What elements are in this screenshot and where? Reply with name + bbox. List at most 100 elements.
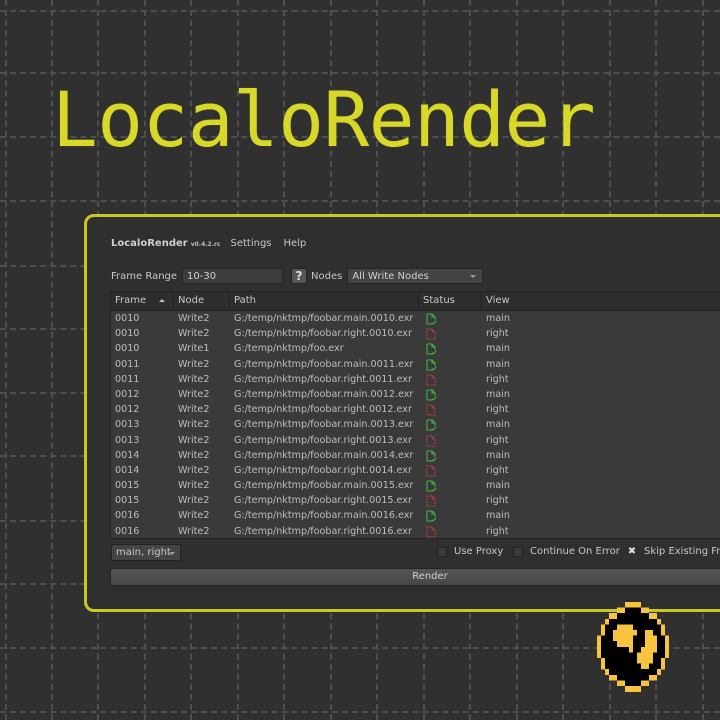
cell-path: G:/temp/nktmp/foobar.right.0012.exr xyxy=(234,404,412,416)
column-header-frame[interactable]: Frame xyxy=(111,292,174,310)
cell-path: G:/temp/nktmp/foobar.main.0013.exr xyxy=(234,419,414,431)
logo-pixel xyxy=(657,658,661,664)
column-header-path[interactable]: Path xyxy=(230,292,419,310)
cell-frame: 0011 xyxy=(115,358,140,370)
logo-pixel xyxy=(625,652,629,659)
logo-pixel xyxy=(633,602,637,608)
logo-pixel xyxy=(625,669,629,675)
render-button[interactable]: Render xyxy=(110,568,720,586)
menu-help[interactable]: Help xyxy=(284,238,307,249)
cell-frame: 0016 xyxy=(115,525,140,537)
logo-pixel xyxy=(637,624,641,631)
menu-settings[interactable]: Settings xyxy=(231,238,272,249)
logo-pixel xyxy=(633,658,637,664)
cell-status xyxy=(419,448,482,463)
logo-pixel xyxy=(645,646,649,653)
views-dropdown[interactable]: main, right xyxy=(111,544,181,561)
table-row[interactable]: 0014 Write2 G:/temp/nktmp/foobar.main.0014… xyxy=(111,448,720,463)
table-row[interactable]: 0015 Write2 G:/temp/nktmp/foobar.right.001… xyxy=(111,493,720,508)
logo-pixel xyxy=(641,680,645,687)
table-row[interactable]: 0014 Write2 G:/temp/nktmp/foobar.right.001… xyxy=(111,463,720,478)
logo-pixel xyxy=(617,607,621,614)
logo-pixel xyxy=(621,635,625,642)
logo-pixel xyxy=(613,624,617,631)
logo-pixel xyxy=(605,618,609,625)
cell-view: right xyxy=(486,464,509,476)
logo-pixel xyxy=(653,613,657,619)
continue-on-error-checkbox[interactable]: Continue On Error xyxy=(513,546,620,557)
cell-view: main xyxy=(486,388,510,400)
column-header-view[interactable]: View xyxy=(482,292,720,310)
skip-existing-checkbox[interactable]: ✖ Skip Existing Fra xyxy=(627,546,720,557)
cell-status xyxy=(419,463,482,478)
logo-pixel xyxy=(621,674,625,681)
logo-pixel xyxy=(645,607,649,614)
logo-pixel xyxy=(665,635,669,642)
logo-pixel xyxy=(605,630,609,636)
logo-pixel xyxy=(629,658,633,664)
table-row[interactable]: 0013 Write2 G:/temp/nktmp/foobar.right.001… xyxy=(111,433,720,448)
logo-pixel xyxy=(641,624,645,631)
cell-frame: 0013 xyxy=(115,419,140,431)
cell-path: G:/temp/nktmp/foobar.main.0010.exr xyxy=(234,313,414,324)
logo-pixel xyxy=(601,624,605,631)
logo-pixel xyxy=(633,641,637,647)
app-version: v0.4.2.rc xyxy=(190,241,221,248)
logo-pixel xyxy=(621,652,625,659)
logo-pixel xyxy=(657,618,661,625)
help-button[interactable]: ? xyxy=(291,268,308,284)
table-row[interactable]: 0015 Write2 G:/temp/nktmp/foobar.main.0015… xyxy=(111,478,720,493)
logo-pixel xyxy=(621,669,625,675)
table-row[interactable]: 0011 Write2 G:/temp/nktmp/foobar.main.0011… xyxy=(111,357,720,372)
table-row[interactable]: 0016 Write2 G:/temp/nktmp/foobar.right.001… xyxy=(111,524,720,538)
logo-pixel xyxy=(613,646,617,653)
file-missing-icon xyxy=(426,328,437,341)
logo-pixel xyxy=(637,663,641,670)
use-proxy-checkbox[interactable]: Use Proxy xyxy=(437,546,503,557)
cell-path: G:/temp/nktmp/foobar.main.0016.exr xyxy=(234,510,414,522)
column-header-node[interactable]: Node xyxy=(174,292,230,310)
logo-pixel xyxy=(625,646,629,653)
table-row[interactable]: 0010 Write2 G:/temp/nktmp/foobar.main.0010… xyxy=(111,311,720,326)
table-row[interactable]: 0013 Write2 G:/temp/nktmp/foobar.main.0013… xyxy=(111,417,720,432)
logo-pixel xyxy=(625,680,629,687)
cell-path: G:/temp/nktmp/foobar.right.0015.exr xyxy=(234,495,412,507)
frame-range-input[interactable] xyxy=(182,268,284,284)
logo-pixel xyxy=(645,680,649,687)
logo-pixel xyxy=(605,669,609,675)
checkbox-box[interactable] xyxy=(513,546,523,557)
logo-pixel xyxy=(605,646,609,653)
table-row[interactable]: 0012 Write2 G:/temp/nktmp/foobar.main.0012… xyxy=(111,387,720,402)
logo-pixel xyxy=(633,618,637,625)
table-row[interactable]: 0012 Write2 G:/temp/nktmp/foobar.right.001… xyxy=(111,402,720,417)
logo-pixel xyxy=(621,607,625,614)
file-missing-icon xyxy=(426,404,437,417)
table-row[interactable]: 0016 Write2 G:/temp/nktmp/foobar.main.0016… xyxy=(111,508,720,523)
logo-pixel xyxy=(621,680,625,687)
column-header-status[interactable]: Status xyxy=(419,292,482,310)
logo-pixel xyxy=(605,663,609,670)
logo-pixel xyxy=(605,624,609,631)
logo-pixel xyxy=(617,646,621,653)
table-row[interactable]: 0010 Write2 G:/temp/nktmp/foobar.right.001… xyxy=(111,326,720,341)
logo-pixel xyxy=(613,618,617,625)
logo-pixel xyxy=(649,674,653,681)
nodes-dropdown[interactable]: All Write Nodes xyxy=(347,268,484,284)
cell-path: G:/temp/nktmp/foobar.main.0015.exr xyxy=(234,480,414,492)
logo-pixel xyxy=(653,652,657,659)
table-row[interactable]: 0010 Write1 G:/temp/nktmp/foo.exr main xyxy=(111,341,720,356)
table-row[interactable]: 0011 Write2 G:/temp/nktmp/foobar.right.001… xyxy=(111,372,720,387)
grid-line xyxy=(0,711,720,713)
checkbox-box[interactable] xyxy=(437,546,447,557)
logo-pixel xyxy=(661,624,665,631)
frame-range-label: Frame Range xyxy=(111,270,178,282)
checkbox-checked-icon[interactable]: ✖ xyxy=(627,546,637,557)
logo-pixel xyxy=(613,658,617,664)
table-body: 0010 Write2 G:/temp/nktmp/foobar.main.0010… xyxy=(111,311,720,538)
nuke-logo-icon xyxy=(597,602,669,692)
logo-pixel xyxy=(637,674,641,681)
logo-pixel xyxy=(641,607,645,614)
cell-frame: 0010 xyxy=(115,328,140,340)
logo-pixel xyxy=(617,663,621,670)
app-name: LocaloRender xyxy=(111,238,188,249)
